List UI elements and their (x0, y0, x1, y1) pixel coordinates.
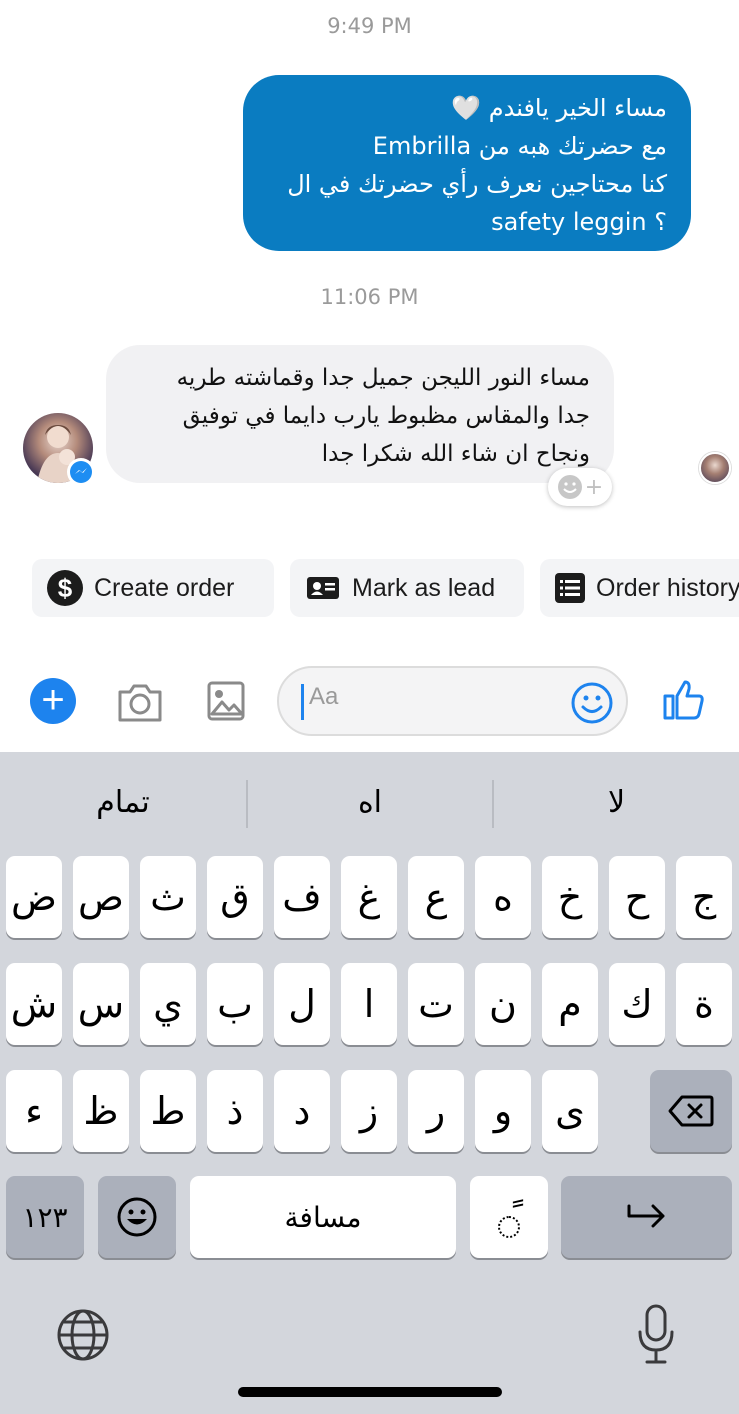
key[interactable]: ة (676, 963, 732, 1045)
text-cursor (301, 684, 304, 720)
key[interactable]: ر (408, 1070, 464, 1152)
backspace-icon (668, 1095, 714, 1127)
smiley-icon (557, 475, 582, 499)
list-icon (554, 569, 586, 607)
key[interactable]: ا (341, 963, 397, 1045)
key[interactable]: ع (408, 856, 464, 938)
key[interactable]: ح (609, 856, 665, 938)
message-line: safety leggin ؟ (491, 208, 667, 236)
home-indicator (238, 1387, 502, 1397)
key[interactable]: د (274, 1070, 330, 1152)
key[interactable]: ض (6, 856, 62, 938)
key[interactable]: س (73, 963, 129, 1045)
incoming-message-bubble[interactable]: مساء النور الليجن جميل جدا وقماشته طريه … (106, 345, 614, 483)
emoji-icon (117, 1197, 157, 1237)
keyboard: تمام اه لا ض ص ث ق ف غ ع ه خ ح ج ش س ي ب… (0, 752, 739, 1414)
key[interactable]: ف (274, 856, 330, 938)
message-input[interactable]: Aa (277, 666, 628, 736)
key[interactable]: ب (207, 963, 263, 1045)
key[interactable]: خ (542, 856, 598, 938)
plus-icon: + (584, 474, 604, 500)
add-button[interactable]: + (30, 678, 76, 724)
key[interactable]: ص (73, 856, 129, 938)
key[interactable]: و (475, 1070, 531, 1152)
diacritic-key[interactable]: ً (470, 1176, 548, 1258)
key[interactable]: ج (676, 856, 732, 938)
outgoing-message-bubble[interactable]: مساء الخير يافندم 🤍 مع حضرتك هبه من Embr… (243, 75, 691, 251)
key[interactable]: ث (140, 856, 196, 938)
order-history-button[interactable]: Order history (540, 559, 739, 617)
message-line: جدا والمقاس مظبوط يارب دايما في توفيق (182, 403, 590, 429)
key[interactable]: ط (140, 1070, 196, 1152)
svg-text:$: $ (58, 573, 73, 603)
emoji-icon[interactable] (571, 682, 613, 724)
key[interactable]: ه (475, 856, 531, 938)
key[interactable]: غ (341, 856, 397, 938)
timestamp: 11:06 PM (320, 285, 419, 309)
key[interactable]: م (542, 963, 598, 1045)
key[interactable]: ق (207, 856, 263, 938)
camera-icon[interactable] (116, 680, 164, 724)
key[interactable]: ى (542, 1070, 598, 1152)
globe-icon[interactable] (56, 1308, 110, 1362)
return-key[interactable] (561, 1176, 732, 1258)
numbers-key[interactable]: ١٢٣ (6, 1176, 84, 1258)
delete-key[interactable] (650, 1070, 732, 1152)
mark-as-lead-button[interactable]: Mark as lead (290, 559, 524, 617)
add-reaction-button[interactable]: + (548, 468, 612, 506)
key[interactable]: ش (6, 963, 62, 1045)
message-line: مساء النور الليجن جميل جدا وقماشته طريه (176, 365, 590, 391)
chip-label: Create order (94, 573, 235, 602)
messenger-badge-icon (67, 458, 95, 486)
key[interactable]: ن (475, 963, 531, 1045)
key[interactable]: ك (609, 963, 665, 1045)
chip-label: Mark as lead (352, 573, 496, 602)
key[interactable]: ل (274, 963, 330, 1045)
timestamp: 9:49 PM (327, 14, 412, 38)
message-line: ونجاح ان شاء الله شكرا جدا (321, 441, 590, 467)
suggestion[interactable]: تمام (0, 752, 246, 852)
key[interactable]: ي (140, 963, 196, 1045)
emoji-key[interactable] (98, 1176, 176, 1258)
create-order-button[interactable]: $ Create order (32, 559, 274, 617)
dotted-circle-icon (498, 1216, 520, 1238)
key[interactable]: ذ (207, 1070, 263, 1152)
key[interactable]: ت (408, 963, 464, 1045)
like-thumb-icon[interactable] (662, 678, 706, 722)
suggestion[interactable]: اه (248, 752, 492, 852)
suggestion[interactable]: لا (494, 752, 739, 852)
message-line: مساء الخير يافندم 🤍 (451, 94, 667, 122)
input-placeholder: Aa (309, 683, 339, 710)
chip-label: Order history (596, 573, 739, 602)
key[interactable]: ء (6, 1070, 62, 1152)
space-key[interactable]: مسافة (190, 1176, 456, 1258)
microphone-icon[interactable] (636, 1304, 676, 1366)
dollar-icon: $ (46, 569, 84, 607)
plus-icon: + (41, 678, 65, 722)
id-card-icon (304, 569, 342, 607)
message-line: كنا محتاجين نعرف رأي حضرتك في ال (287, 170, 667, 198)
return-arrow-icon (627, 1204, 664, 1228)
key[interactable]: ز (341, 1070, 397, 1152)
gallery-icon[interactable] (206, 680, 246, 722)
message-line: مع حضرتك هبه من Embrilla (372, 132, 667, 160)
seen-receipt-avatar (699, 452, 731, 484)
key[interactable]: ظ (73, 1070, 129, 1152)
